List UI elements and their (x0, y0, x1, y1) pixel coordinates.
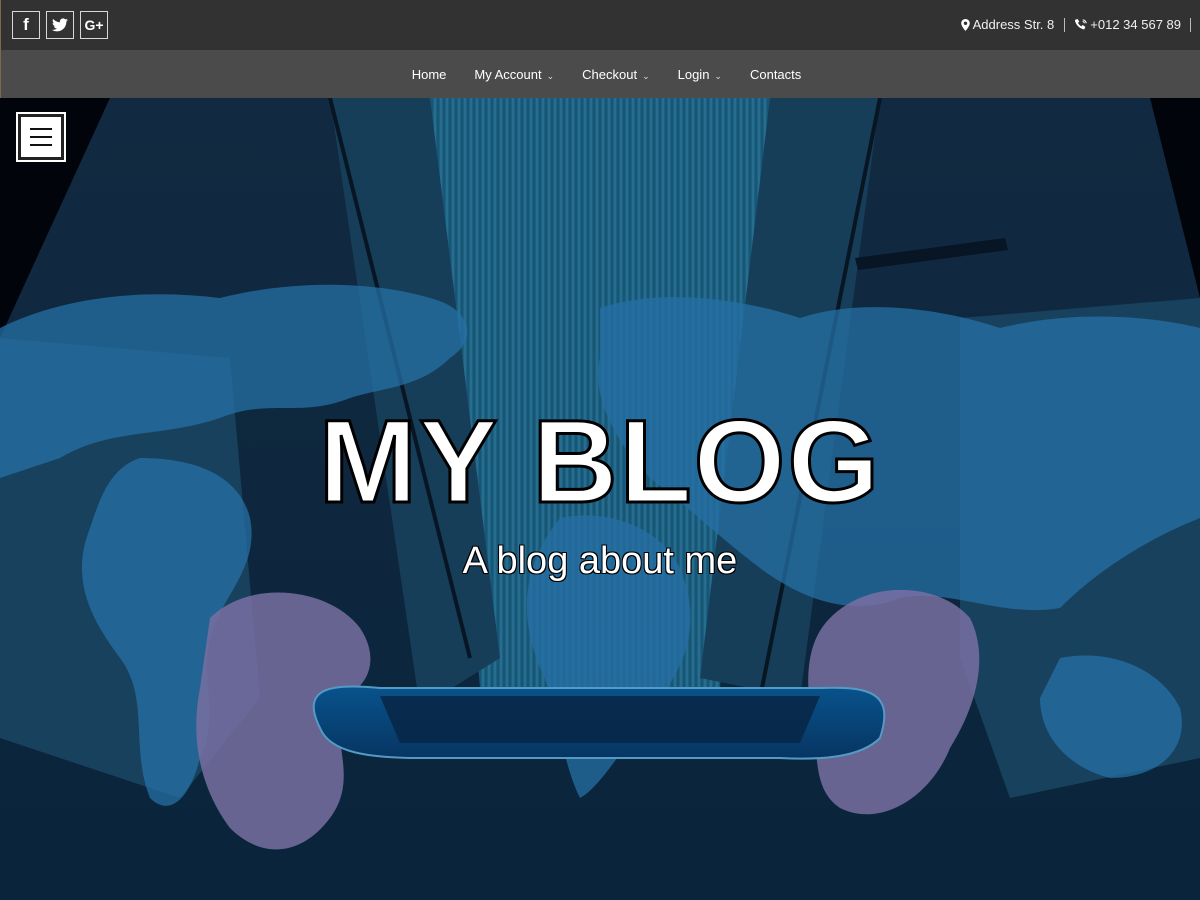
hamburger-icon (30, 128, 52, 130)
nav-item-label: Checkout (582, 66, 638, 82)
site-tagline: A blog about me (462, 540, 738, 582)
nav-item-checkout[interactable]: Checkout ⌄ (568, 67, 663, 82)
nav-item-label: Contacts (749, 66, 802, 82)
main-navigation: Home My Account ⌄ Checkout ⌄ Login ⌄ Con… (0, 50, 1200, 98)
map-pin-icon (960, 19, 970, 31)
facebook-icon: f (23, 15, 29, 34)
google-plus-button[interactable]: G+ (80, 11, 108, 39)
chevron-down-icon: ⌄ (714, 70, 722, 81)
phone-text: +012 34 567 89 (1090, 17, 1181, 32)
twitter-button[interactable] (46, 11, 74, 39)
nav-list: Home My Account ⌄ Checkout ⌄ Login ⌄ Con… (398, 67, 816, 82)
nav-item-home[interactable]: Home (398, 67, 461, 82)
twitter-icon (52, 18, 68, 32)
hero-banner: MY BLOG A blog about me (0, 98, 1200, 900)
address-item: Address Str. 8 (951, 18, 1066, 32)
phone-item: +012 34 567 89 (1065, 18, 1191, 32)
nav-item-label: Home (411, 66, 447, 82)
chevron-down-icon: ⌄ (642, 70, 650, 81)
hamburger-icon (30, 136, 52, 138)
top-bar: f G+ Address Str. 8 +012 34 567 89 (0, 0, 1200, 50)
hamburger-icon (30, 144, 52, 146)
social-links: f G+ (12, 11, 108, 39)
nav-item-label: My Account (474, 66, 542, 82)
nav-item-my-account[interactable]: My Account ⌄ (460, 67, 568, 82)
contact-info: Address Str. 8 +012 34 567 89 (951, 18, 1191, 32)
nav-item-label: Login (677, 66, 710, 82)
nav-item-contacts[interactable]: Contacts (736, 67, 815, 82)
nav-item-login[interactable]: Login ⌄ (664, 67, 736, 82)
address-text: Address Str. 8 (972, 17, 1055, 32)
menu-toggle-button[interactable] (16, 112, 66, 162)
phone-icon (1075, 19, 1087, 30)
google-plus-icon: G+ (84, 17, 104, 33)
facebook-button[interactable]: f (12, 11, 40, 39)
site-title: MY BLOG (317, 396, 882, 528)
chevron-down-icon: ⌄ (546, 70, 555, 81)
